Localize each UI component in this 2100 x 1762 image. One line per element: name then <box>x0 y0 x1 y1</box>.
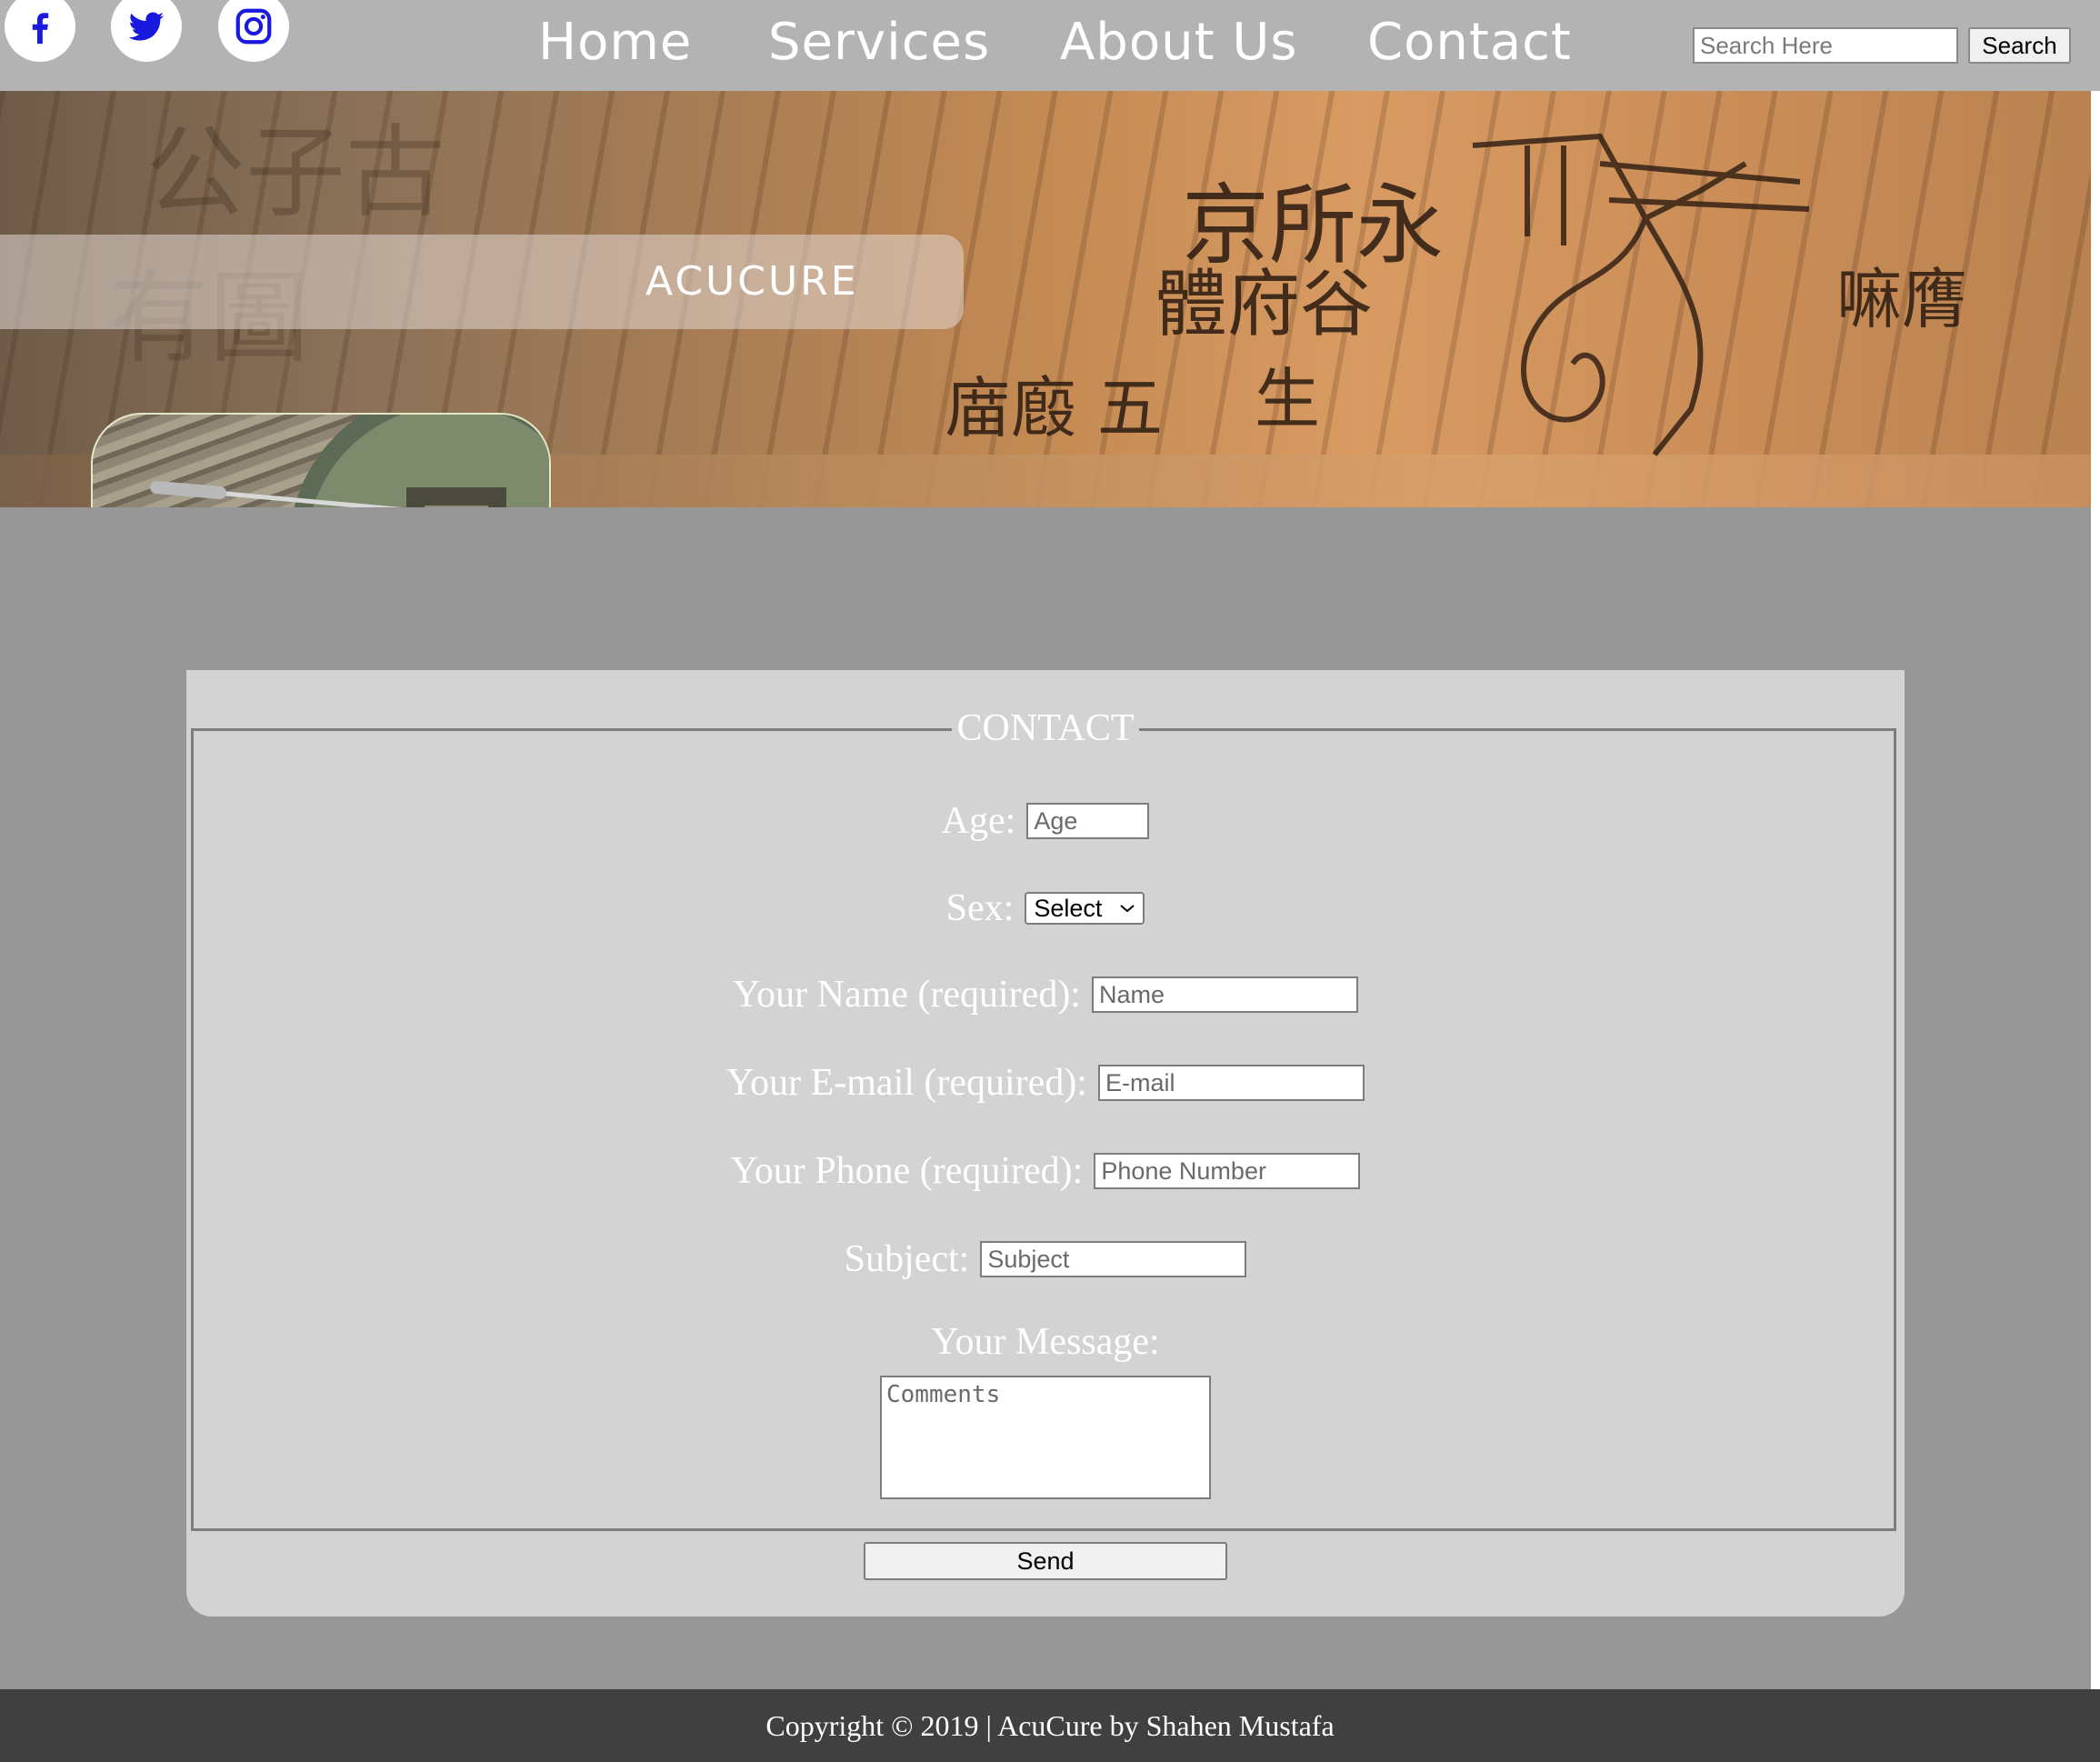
sex-label: Sex: <box>945 887 1015 929</box>
email-row: Your E-mail (required): <box>186 1061 1905 1105</box>
sex-row: Sex: Select <box>186 886 1905 930</box>
nav-home[interactable]: Home <box>538 5 692 80</box>
age-label: Age: <box>941 800 1016 842</box>
scrollbar-track[interactable] <box>2091 91 2100 1689</box>
instagram-link[interactable] <box>218 0 289 62</box>
phone-row: Your Phone (required): <box>186 1149 1905 1193</box>
decorative-glyph: 體府谷 <box>1155 262 1373 346</box>
email-label: Your E-mail (required): <box>726 1062 1087 1104</box>
send-button[interactable]: Send <box>864 1542 1227 1580</box>
acupuncture-needles-image <box>91 413 551 507</box>
sex-select[interactable]: Select <box>1025 892 1145 925</box>
facebook-icon <box>32 13 49 45</box>
message-textarea[interactable] <box>880 1376 1211 1499</box>
phone-label: Your Phone (required): <box>730 1150 1084 1192</box>
decorative-figure-drawing <box>1472 133 1810 456</box>
decorative-glyph: 庿廏 五 <box>945 370 1163 446</box>
subject-label: Subject: <box>844 1238 970 1280</box>
name-label: Your Name (required): <box>733 974 1081 1016</box>
name-row: Your Name (required): <box>186 973 1905 1016</box>
contact-form-card: CONTACT Age: Sex: Select Your Name (requ… <box>186 670 1905 1617</box>
nav-contact[interactable]: Contact <box>1367 5 1572 80</box>
footer: Copyright © 2019 | AcuCure by Shahen Mus… <box>0 1689 2100 1762</box>
age-row: Age: <box>186 799 1905 843</box>
nav-about-us[interactable]: About Us <box>1060 5 1298 80</box>
search-button[interactable]: Search <box>1968 27 2071 64</box>
nav-services[interactable]: Services <box>768 5 990 80</box>
decorative-glyph: 生 <box>1255 361 1321 437</box>
subject-row: Subject: <box>186 1237 1905 1281</box>
top-navigation-bar: Home Services About Us Contact Search <box>0 0 2100 91</box>
twitter-icon <box>128 12 165 41</box>
phone-input[interactable] <box>1094 1153 1361 1189</box>
subject-input[interactable] <box>980 1241 1247 1277</box>
message-label: Your Message: <box>931 1321 1160 1363</box>
instagram-icon <box>235 8 272 45</box>
chevron-down-icon <box>1120 905 1135 913</box>
site-title-plate <box>0 235 964 329</box>
sex-select-value: Select <box>1034 894 1103 922</box>
copyright-text: Copyright © 2019 | AcuCure by Shahen Mus… <box>765 1709 1335 1742</box>
age-input[interactable] <box>1026 803 1150 839</box>
acupuncture-needles-illustration <box>150 415 549 507</box>
twitter-link[interactable] <box>111 0 182 62</box>
search-input[interactable] <box>1693 27 1958 64</box>
decorative-glyph: 公子古 <box>145 115 445 231</box>
facebook-link[interactable] <box>5 0 75 62</box>
name-input[interactable] <box>1091 976 1358 1013</box>
hero-banner: 京所永 體府谷 庿廏 五 生 嘛膺 公子古 有圖 ACUCURE <box>0 91 2091 507</box>
message-row: Your Message: <box>186 1320 1905 1364</box>
email-input[interactable] <box>1097 1065 1365 1101</box>
